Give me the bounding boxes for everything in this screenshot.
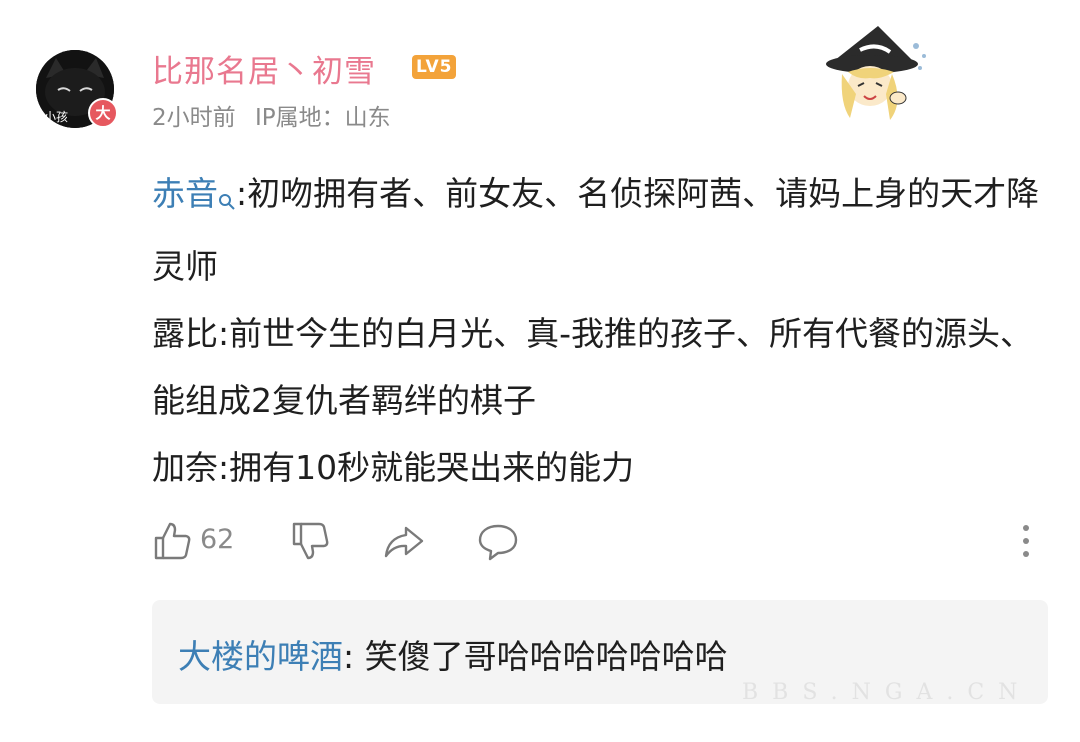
comment-text: :初吻拥有者、前女友、名侦探阿茜、请妈上身的天才降灵师 — [152, 174, 1040, 286]
watermark: BBS.NGA.CN — [742, 680, 1032, 705]
avatar[interactable]: 小孩 大 — [36, 50, 118, 130]
ip-location: IP属地：山东 — [254, 105, 391, 131]
avatar-tag: 小孩 — [44, 110, 69, 124]
action-bar: 62 — [150, 520, 1050, 564]
level-badge: LV5 — [412, 55, 457, 79]
comment-line: 加奈:拥有10秒就能哭出来的能力 — [152, 434, 1042, 501]
username[interactable]: 比那名居丶初雪 — [152, 46, 376, 91]
comment-line: 露比:前世今生的白月光、真-我推的孩子、所有代餐的源头、能组成2复仇者羁绊的棋子 — [152, 300, 1042, 434]
comment-line: 赤音:初吻拥有者、前女友、名侦探阿茜、请妈上身的天才降灵师 — [152, 160, 1042, 300]
thumbs-down-icon[interactable] — [290, 520, 332, 566]
like-count: 62 — [200, 524, 235, 555]
vip-badge: 大 — [88, 98, 118, 128]
reply-content: : 笑傻了哥哈哈哈哈哈哈哈 — [343, 637, 728, 676]
reply-line: 大楼的啤酒: 笑傻了哥哈哈哈哈哈哈哈 — [178, 630, 728, 678]
reply-author[interactable]: 大楼的啤酒 — [178, 637, 343, 676]
search-icon — [218, 166, 236, 233]
comment-text: 露比:前世今生的白月光、真-我推的孩子、所有代餐的源头、能组成2复仇者羁绊的棋子 — [152, 314, 1034, 420]
thumbs-up-icon[interactable] — [152, 520, 194, 566]
comment-meta: 2小时前 IP属地：山东 — [152, 98, 403, 132]
more-vertical-icon[interactable] — [1016, 522, 1036, 566]
comment-time: 2小时前 — [152, 105, 236, 131]
search-mention-link[interactable]: 赤音 — [152, 174, 236, 213]
comment-body: 赤音:初吻拥有者、前女友、名侦探阿茜、请妈上身的天才降灵师 露比:前世今生的白月… — [152, 160, 1042, 501]
comment-text: 加奈:拥有10秒就能哭出来的能力 — [152, 448, 635, 487]
share-icon[interactable] — [382, 520, 426, 566]
comment-card: 小孩 大 比那名居丶初雪 LV5 2小时前 IP属地：山东 赤音:初吻拥有者、… — [0, 0, 1080, 742]
avatar-pendant-sticker — [820, 24, 930, 124]
reply-bubble-icon[interactable] — [476, 520, 520, 566]
